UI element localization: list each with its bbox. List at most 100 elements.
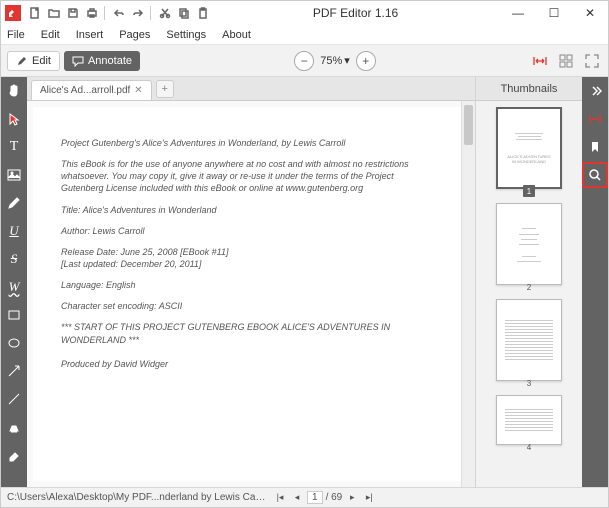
line-tool-icon[interactable] (4, 389, 24, 409)
copy-icon[interactable] (176, 5, 192, 21)
page-nav: |◂ ◂ 1 / 69 ▸ ▸| (273, 491, 376, 505)
pencil-tool-icon[interactable] (4, 193, 24, 213)
status-bar: C:\Users\Alexa\Desktop\My PDF...nderland… (1, 487, 608, 507)
doc-line: *** START OF THIS PROJECT GUTENBERG EBOO… (61, 321, 433, 345)
page-number-input[interactable]: 1 (307, 491, 323, 504)
comment-icon (72, 55, 84, 67)
document-area: Alice's Ad...arroll.pdf ✕ + Project Gute… (27, 77, 475, 487)
annotate-label: Annotate (88, 55, 132, 67)
underline-tool-icon[interactable]: U (4, 221, 24, 241)
paste-icon[interactable] (195, 5, 211, 21)
thumbnails-header: Thumbnails (476, 77, 582, 101)
thumbnail-number: 1 (523, 185, 535, 197)
thumbnail-number: 4 (523, 441, 535, 453)
hand-tool-icon[interactable] (4, 81, 24, 101)
thumbnail-page[interactable] (496, 203, 562, 285)
collapse-panel-icon[interactable] (585, 81, 605, 101)
main-toolbar: Edit Annotate − 75%▾ + (1, 45, 608, 77)
tab-label: Alice's Ad...arroll.pdf (40, 85, 130, 96)
scrollbar-thumb[interactable] (464, 105, 473, 145)
menu-insert[interactable]: Insert (74, 28, 106, 42)
mode-switch: Edit Annotate (7, 51, 140, 71)
last-page-button[interactable]: ▸| (362, 491, 376, 505)
open-icon[interactable] (46, 5, 62, 21)
highlight-tool-icon[interactable] (4, 417, 24, 437)
search-icon[interactable] (585, 165, 605, 185)
print-icon[interactable] (84, 5, 100, 21)
document-viewport[interactable]: Project Gutenberg's Alice's Adventures i… (27, 101, 475, 487)
doc-line: Language: English (61, 279, 433, 291)
doc-line: Produced by David Widger (61, 358, 433, 370)
thumbnail-page[interactable] (496, 395, 562, 445)
tab-bar: Alice's Ad...arroll.pdf ✕ + (27, 77, 475, 101)
thumbnail-number: 2 (523, 281, 535, 293)
menu-edit[interactable]: Edit (39, 28, 62, 42)
tab-close-icon[interactable]: ✕ (134, 85, 142, 96)
menu-file[interactable]: File (5, 28, 27, 42)
strikethrough-tool-icon[interactable]: S (4, 249, 24, 269)
next-page-button[interactable]: ▸ (345, 491, 359, 505)
right-panel: Thumbnails ALICE'S ADVENTURESIN WONDERLA… (475, 77, 608, 487)
doc-line: Project Gutenberg's Alice's Adventures i… (61, 137, 433, 149)
doc-line: Character set encoding: ASCII (61, 300, 433, 312)
fullscreen-icon[interactable] (582, 51, 602, 71)
wavy-tool-icon[interactable]: W (4, 277, 24, 297)
close-button[interactable]: ✕ (572, 1, 608, 25)
title-bar: PDF Editor 1.16 — ☐ ✕ (1, 1, 608, 25)
new-tab-button[interactable]: + (156, 80, 174, 98)
first-page-button[interactable]: |◂ (273, 491, 287, 505)
text-tool-icon[interactable]: T (4, 137, 24, 157)
vertical-scrollbar[interactable] (461, 101, 475, 487)
zoom-value[interactable]: 75%▾ (320, 54, 350, 67)
ellipse-tool-icon[interactable] (4, 333, 24, 353)
doc-line: Title: Alice's Adventures in Wonderland (61, 204, 433, 216)
document-page: Project Gutenberg's Alice's Adventures i… (33, 107, 461, 481)
document-tab[interactable]: Alice's Ad...arroll.pdf ✕ (31, 80, 152, 100)
grid-view-icon[interactable] (556, 51, 576, 71)
quick-toolbar (27, 5, 100, 21)
cut-icon[interactable] (157, 5, 173, 21)
bookmark-icon[interactable] (585, 137, 605, 157)
arrow-tool-icon[interactable] (4, 361, 24, 381)
save-icon[interactable] (65, 5, 81, 21)
menu-settings[interactable]: Settings (164, 28, 208, 42)
thumbnail-page[interactable] (496, 299, 562, 381)
fit-width-icon[interactable] (530, 51, 550, 71)
page-total: / 69 (326, 492, 343, 503)
work-area: T U S W Alice's Ad...arroll.pdf ✕ + Proj… (1, 77, 608, 487)
maximize-button[interactable]: ☐ (536, 1, 572, 25)
history-toolbar (111, 5, 146, 21)
thumbnails-panel: Thumbnails ALICE'S ADVENTURESIN WONDERLA… (476, 77, 582, 487)
pencil-icon (16, 55, 28, 67)
doc-line: Author: Lewis Carroll (61, 225, 433, 237)
fit-width-icon[interactable] (585, 109, 605, 129)
thumbnail-page[interactable]: ALICE'S ADVENTURESIN WONDERLAND (496, 107, 562, 189)
rectangle-tool-icon[interactable] (4, 305, 24, 325)
select-tool-icon[interactable] (4, 109, 24, 129)
redo-icon[interactable] (130, 5, 146, 21)
edit-label: Edit (32, 55, 51, 67)
zoom-controls: − 75%▾ + (294, 51, 376, 71)
thumbnails-list[interactable]: ALICE'S ADVENTURESIN WONDERLAND 1 2 3 4 (476, 101, 582, 487)
window-title: PDF Editor 1.16 (211, 6, 500, 20)
eraser-tool-icon[interactable] (4, 445, 24, 465)
new-icon[interactable] (27, 5, 43, 21)
thumbnail-number: 3 (523, 377, 535, 389)
left-tool-strip: T U S W (1, 77, 27, 487)
file-path: C:\Users\Alexa\Desktop\My PDF...nderland… (7, 492, 267, 503)
zoom-in-button[interactable]: + (356, 51, 376, 71)
edit-toolbar (157, 5, 211, 21)
separator (104, 6, 105, 20)
undo-icon[interactable] (111, 5, 127, 21)
menu-about[interactable]: About (220, 28, 253, 42)
zoom-out-button[interactable]: − (294, 51, 314, 71)
right-tool-strip (582, 77, 608, 487)
edit-mode-button[interactable]: Edit (7, 51, 60, 71)
menu-bar: File Edit Insert Pages Settings About (1, 25, 608, 45)
annotate-mode-button[interactable]: Annotate (64, 51, 140, 71)
menu-pages[interactable]: Pages (117, 28, 152, 42)
chevron-down-icon: ▾ (344, 54, 350, 67)
image-tool-icon[interactable] (4, 165, 24, 185)
minimize-button[interactable]: — (500, 1, 536, 25)
prev-page-button[interactable]: ◂ (290, 491, 304, 505)
